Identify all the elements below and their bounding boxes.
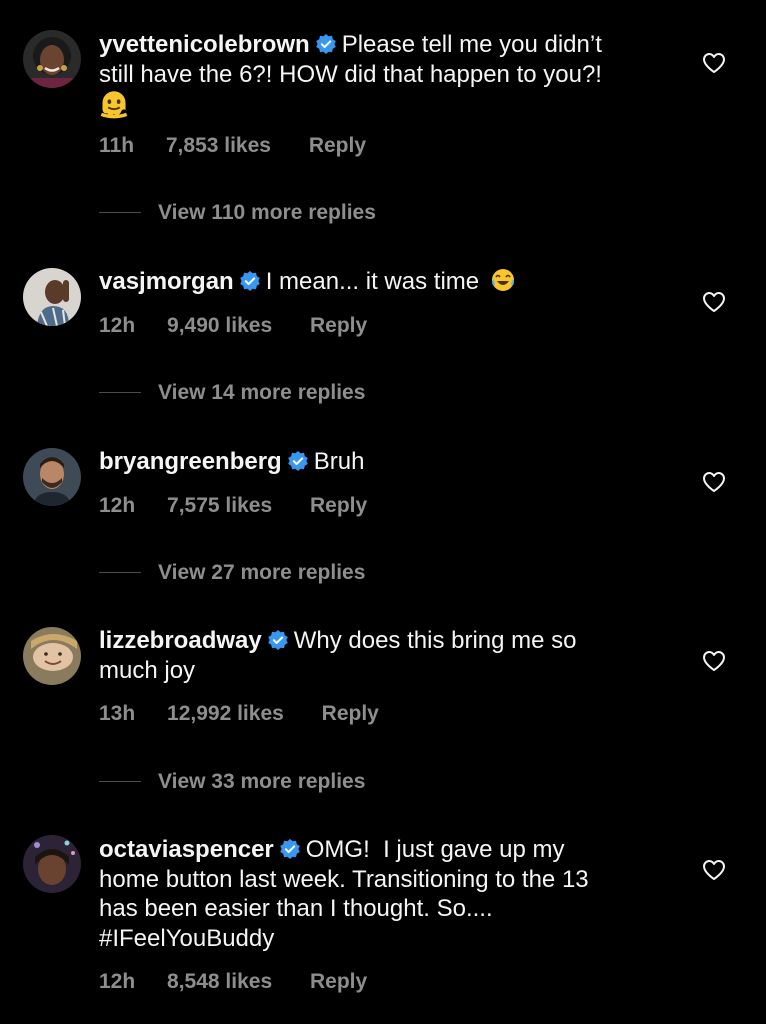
- like-count[interactable]: 9,490 likes: [167, 314, 272, 338]
- heart-icon[interactable]: [702, 291, 726, 313]
- comment-item: octaviaspencer OMG! I just gave up my hom…: [0, 810, 766, 1024]
- comment-text: vasjmorgan I mean... it was time: [99, 267, 671, 297]
- view-replies-divider: [99, 572, 141, 573]
- comment-time: 11h: [99, 134, 135, 157]
- username[interactable]: bryangreenberg: [99, 448, 282, 475]
- comment-text-line: home button last week. Transitioning to …: [99, 865, 589, 893]
- comment-text-line: OMG! I just gave up my: [305, 836, 565, 863]
- verified-badge-icon: [239, 271, 260, 291]
- view-replies-button[interactable]: View 27 more replies: [99, 561, 381, 585]
- view-replies-divider: [99, 781, 141, 782]
- view-replies-divider: [99, 212, 141, 213]
- comment-time: 12h: [99, 314, 136, 337]
- verified-badge-icon: [287, 451, 308, 471]
- comment-time: 12h: [99, 494, 136, 517]
- view-replies-button[interactable]: View 33 more replies: [99, 770, 381, 794]
- view-replies-label: View 14 more replies: [158, 381, 366, 404]
- heart-icon[interactable]: [702, 471, 726, 493]
- avatar[interactable]: [23, 835, 81, 893]
- comment-text: yvettenicolebrown Please tell me you didn…: [99, 30, 671, 123]
- verified-badge-icon: [267, 630, 288, 650]
- avatar[interactable]: [23, 627, 81, 685]
- reply-button[interactable]: Reply: [310, 970, 367, 994]
- reply-button[interactable]: Reply: [322, 702, 379, 726]
- comment-text-line: has been easier than I thought. So....: [99, 895, 493, 922]
- avatar[interactable]: [23, 30, 81, 88]
- melting-face-icon: [100, 91, 128, 119]
- avatar[interactable]: [23, 448, 81, 506]
- avatar[interactable]: [23, 268, 81, 326]
- comment-text: bryangreenberg Bruh: [99, 447, 671, 477]
- comment-text: octaviaspencer OMG! I just gave up my hom…: [99, 835, 671, 953]
- comment-text-line: much joy: [99, 656, 196, 684]
- comment-meta: 12h 8,548 likes Reply: [99, 970, 367, 994]
- comment-item: lizzebroadway Why does this bring me so m…: [0, 600, 766, 810]
- view-replies-label: View 110 more replies: [158, 201, 376, 224]
- heart-icon[interactable]: [702, 859, 726, 881]
- tears-of-joy-icon: [491, 269, 514, 291]
- comment-text-line: Why does this bring me so: [293, 627, 577, 654]
- like-count[interactable]: 7,853 likes: [166, 134, 271, 158]
- view-replies-label: View 33 more replies: [158, 770, 366, 793]
- reply-button[interactable]: Reply: [310, 494, 367, 518]
- comment-meta: 12h 9,490 likes Reply: [99, 314, 367, 338]
- comment-text-line: Please tell me you didn’t: [341, 31, 602, 58]
- username[interactable]: octaviaspencer: [99, 836, 274, 863]
- comment-text-line: Bruh: [313, 448, 365, 475]
- username[interactable]: yvettenicolebrown: [99, 31, 310, 58]
- like-count[interactable]: 12,992 likes: [167, 702, 284, 726]
- comment-meta: 12h 7,575 likes Reply: [99, 494, 367, 518]
- reply-button[interactable]: Reply: [309, 134, 366, 158]
- comment-text-line: I mean... it was time: [265, 268, 480, 295]
- comment-item: bryangreenberg Bruh 12h 7,575 likes Reply…: [0, 420, 766, 600]
- comment-time: 13h: [99, 702, 136, 725]
- heart-icon[interactable]: [702, 650, 726, 672]
- view-replies-label: View 27 more replies: [158, 561, 366, 584]
- heart-icon[interactable]: [702, 52, 726, 74]
- like-count[interactable]: 7,575 likes: [167, 494, 272, 518]
- comment-time: 12h: [99, 970, 136, 993]
- username[interactable]: vasjmorgan: [99, 268, 234, 295]
- view-replies-button[interactable]: View 110 more replies: [99, 201, 392, 225]
- view-replies-divider: [99, 392, 141, 393]
- comment-text-line: still have the 6?! HOW did that happen t…: [99, 60, 602, 88]
- comment-text: lizzebroadway Why does this bring me so m…: [99, 626, 671, 685]
- like-count[interactable]: 8,548 likes: [167, 970, 272, 994]
- hashtag-link[interactable]: #IFeelYouBuddy: [99, 925, 274, 952]
- view-replies-button[interactable]: View 14 more replies: [99, 381, 381, 405]
- username[interactable]: lizzebroadway: [99, 627, 262, 654]
- verified-badge-icon: [315, 34, 336, 54]
- comment-meta: 11h 7,853 likes Reply: [99, 134, 366, 158]
- comment-meta: 13h 12,992 likes Reply: [99, 702, 379, 726]
- comment-item: yvettenicolebrown Please tell me you didn…: [0, 0, 766, 240]
- comment-item: vasjmorgan I mean... it was time 12h 9,49…: [0, 240, 766, 420]
- verified-badge-icon: [279, 839, 300, 859]
- reply-button[interactable]: Reply: [310, 314, 367, 338]
